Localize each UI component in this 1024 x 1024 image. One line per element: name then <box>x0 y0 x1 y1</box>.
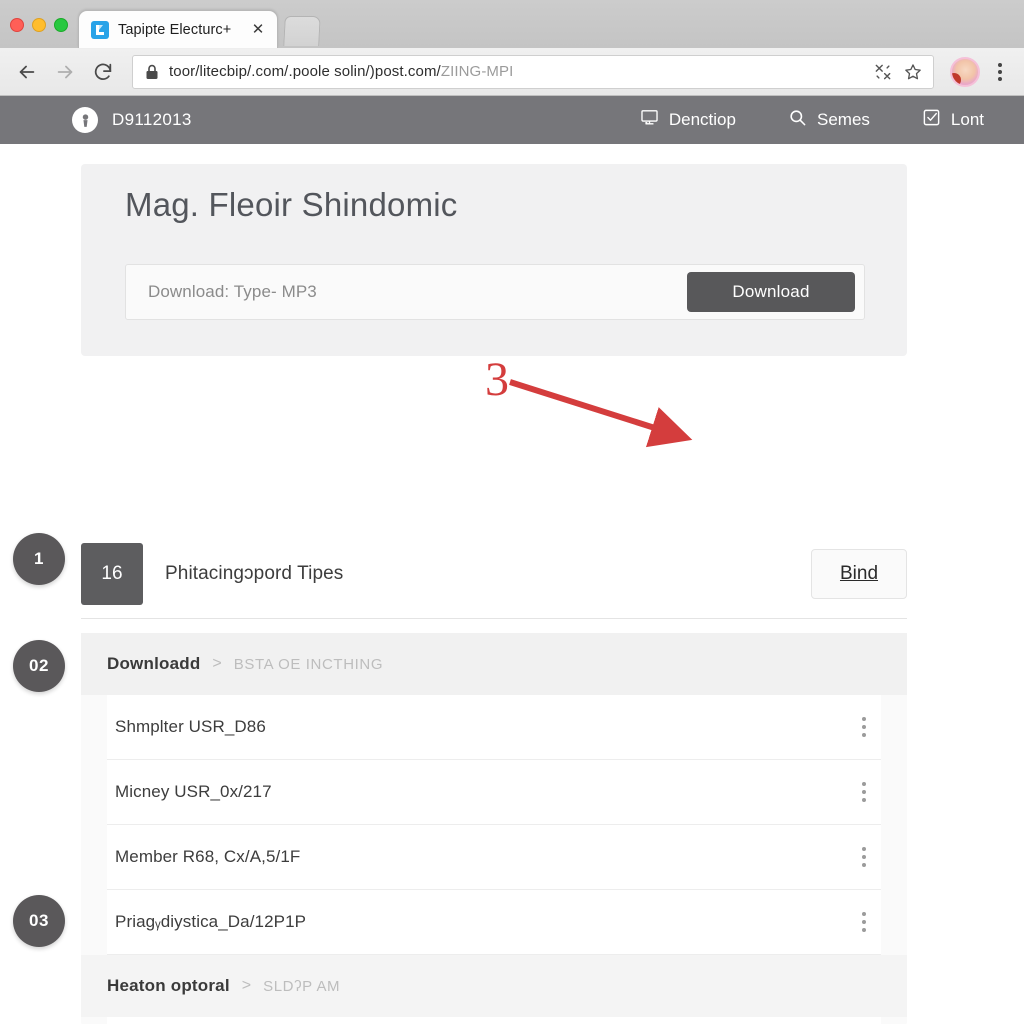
lock-icon <box>145 64 159 80</box>
star-icon[interactable] <box>903 62 923 82</box>
kebab-menu-icon[interactable] <box>986 55 1014 89</box>
nav-item-label: Semes <box>816 110 870 129</box>
nav-item-label: Lont <box>950 110 984 129</box>
list-item-label: Priagᵧdiystica_Da/12P1P <box>115 912 307 931</box>
desktop-icon <box>640 108 659 132</box>
browser-toolbar: toor/litecbip/.com/.poole solin/)post.co… <box>0 48 1024 96</box>
list-card: Downloadd > BSTA OE INCTHING Shmplter US… <box>81 633 907 1024</box>
back-arrow-icon[interactable] <box>10 55 44 89</box>
section-header-downloadd: Downloadd > BSTA OE INCTHING <box>81 633 907 695</box>
logo-icon <box>72 107 98 133</box>
minimize-window-button[interactable] <box>32 18 46 32</box>
close-icon[interactable]: ✕ <box>249 21 267 39</box>
tab-title: Tapipte Electurc+ <box>118 21 232 38</box>
annotation-number: 3 <box>485 353 509 406</box>
download-bar: Download: Type- MP3 Download <box>125 264 865 320</box>
checkbox-icon <box>922 108 941 132</box>
window-controls <box>0 18 78 48</box>
app-favicon-icon <box>91 20 109 39</box>
browser-tab[interactable]: Tapipte Electurc+ ✕ <box>78 10 278 48</box>
step-badge-1: 1 <box>13 533 65 585</box>
step-badge-3: 03 <box>13 895 65 947</box>
kebab-menu-icon[interactable] <box>851 712 877 742</box>
kebab-menu-icon[interactable] <box>851 842 877 872</box>
nav-item-semes[interactable]: Semes <box>788 108 870 132</box>
list-item-label: Micney USR_0x/217 <box>115 782 272 801</box>
forward-arrow-icon[interactable] <box>48 55 82 89</box>
breadcrumb-separator: > <box>212 655 222 672</box>
page-title: Mag. Fleoir Shindomic <box>125 186 458 223</box>
list-item[interactable]: Member R68, Cx/A,5/1F <box>107 825 881 890</box>
bind-button[interactable]: Bind <box>811 548 907 599</box>
list-item-label: Member R68, Cx/A,5/1F <box>115 847 301 866</box>
badge-row: 16 Phitacingɔpord Tipes Bind <box>81 529 907 619</box>
brand-name: D9112013 <box>112 110 192 129</box>
kebab-menu-icon[interactable] <box>851 777 877 807</box>
breadcrumb: BSTA OE INCTHING <box>233 655 384 673</box>
list-item[interactable]: Priagᵧdiystica_Da/12P1P <box>107 890 881 955</box>
page-body: Mag. Fleoir Shindomic Download: Type- MP… <box>0 144 1024 1024</box>
new-tab-button[interactable] <box>283 16 321 46</box>
list-item[interactable]: Hibney R6D_Cx/Z/8PP <box>107 1017 881 1024</box>
section-title: Downloadd <box>107 654 201 673</box>
app-header: D9112013 Denctiop Semes Lont <box>0 96 1024 144</box>
download-type-label: Download: Type- MP3 <box>148 282 317 301</box>
download-button[interactable]: Download <box>687 272 855 312</box>
section-header-heaton-optoral: Heaton optoral > SLDʔP AM <box>81 955 907 1017</box>
address-bar[interactable]: toor/litecbip/.com/.poole solin/)post.co… <box>132 54 934 89</box>
url-text: toor/litecbip/.com/.poole solin/)post.co… <box>169 63 863 80</box>
section-title: Heaton optoral <box>107 976 230 995</box>
extension-icon[interactable] <box>873 62 893 82</box>
count-badge: 16 <box>81 542 143 605</box>
url-suffix: ZIING-MPI <box>440 63 514 80</box>
brand[interactable]: D9112013 <box>72 107 192 133</box>
tab-strip: Tapipte Electurc+ ✕ <box>0 0 1024 48</box>
hero-card: Mag. Fleoir Shindomic Download: Type- MP… <box>81 164 907 356</box>
list-item[interactable]: Micney USR_0x/217 <box>107 760 881 825</box>
nav-item-lont[interactable]: Lont <box>922 108 984 132</box>
bind-button-label: Bind <box>839 562 879 584</box>
header-nav: Denctiop Semes Lont <box>640 108 984 132</box>
nav-item-denctiop[interactable]: Denctiop <box>640 108 736 132</box>
kebab-menu-icon[interactable] <box>851 907 877 937</box>
search-icon <box>788 108 807 132</box>
breadcrumb: SLDʔP AM <box>263 977 341 995</box>
breadcrumb-separator: > <box>241 977 252 994</box>
close-window-button[interactable] <box>10 18 24 32</box>
url-main: toor/litecbip/.com/.poole solin/)post.co… <box>169 63 441 80</box>
annotation-arrow-icon <box>509 379 693 448</box>
list-item[interactable]: Shmplter USR_D86 <box>107 695 881 760</box>
browser-chrome: Tapipte Electurc+ ✕ toor/litecbip/.com/.… <box>0 0 1024 96</box>
list-item-label: Shmplter USR_D86 <box>115 717 266 736</box>
maximize-window-button[interactable] <box>54 18 68 32</box>
badge-row-title: Phitacingɔpord Tipes <box>165 562 344 584</box>
profile-avatar[interactable] <box>950 56 980 87</box>
step-badge-2: 02 <box>13 640 65 692</box>
reload-icon[interactable] <box>86 55 120 89</box>
nav-item-label: Denctiop <box>668 110 736 129</box>
